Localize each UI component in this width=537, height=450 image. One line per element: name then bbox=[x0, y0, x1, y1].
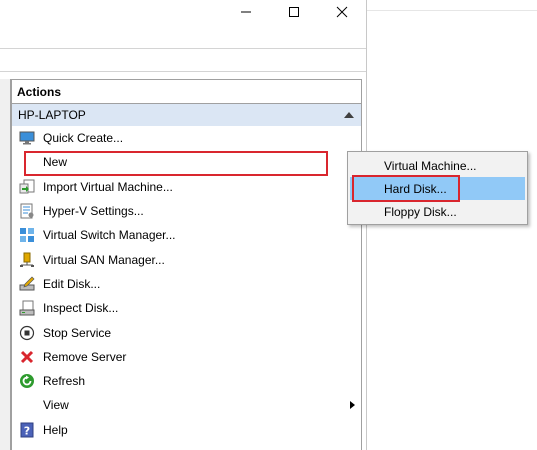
action-edit-disk[interactable]: Edit Disk... bbox=[12, 272, 361, 296]
refresh-icon bbox=[18, 372, 36, 390]
remove-icon bbox=[18, 348, 36, 366]
action-label: Import Virtual Machine... bbox=[43, 179, 173, 194]
submenu-item-label: Floppy Disk... bbox=[384, 204, 457, 219]
monitor-icon bbox=[18, 129, 36, 147]
import-icon bbox=[18, 178, 36, 196]
action-quick-create[interactable]: Quick Create... bbox=[12, 126, 361, 150]
submenu-item-virtual-machine[interactable]: Virtual Machine... bbox=[350, 154, 525, 177]
close-icon bbox=[336, 6, 348, 18]
stop-icon bbox=[18, 324, 36, 342]
minimize-button[interactable] bbox=[222, 0, 270, 24]
inspect-disk-icon bbox=[18, 299, 36, 317]
edit-disk-icon bbox=[18, 275, 36, 293]
close-button[interactable] bbox=[318, 0, 366, 24]
maximize-icon bbox=[289, 7, 299, 17]
actions-pane: Actions HP-LAPTOP Quick Create... New Im… bbox=[11, 79, 362, 450]
group-header-hp-laptop[interactable]: HP-LAPTOP bbox=[12, 104, 361, 126]
san-icon bbox=[18, 251, 36, 269]
action-remove-server[interactable]: Remove Server bbox=[12, 345, 361, 369]
submenu-item-floppy-disk[interactable]: Floppy Disk... bbox=[350, 200, 525, 223]
submenu-arrow-icon bbox=[350, 401, 355, 410]
action-label: Virtual Switch Manager... bbox=[43, 228, 176, 243]
action-label: New bbox=[43, 155, 68, 170]
network-switch-icon bbox=[18, 226, 36, 244]
action-label: Stop Service bbox=[43, 325, 112, 340]
action-inspect-disk[interactable]: Inspect Disk... bbox=[12, 296, 361, 320]
action-label: View bbox=[43, 398, 69, 413]
action-label: Hyper-V Settings... bbox=[43, 204, 144, 219]
action-label: Edit Disk... bbox=[43, 276, 101, 291]
window-border bbox=[366, 0, 367, 450]
action-label: Help bbox=[43, 422, 68, 437]
action-virtual-san-manager[interactable]: Virtual SAN Manager... bbox=[12, 247, 361, 271]
action-hyperv-settings[interactable]: Hyper-V Settings... bbox=[12, 199, 361, 223]
action-label: Refresh bbox=[43, 374, 86, 389]
settings-doc-icon bbox=[18, 202, 36, 220]
blank-icon bbox=[18, 153, 36, 171]
collapse-arrow-icon[interactable] bbox=[344, 112, 354, 118]
action-view[interactable]: View bbox=[12, 393, 361, 417]
action-import-vm[interactable]: Import Virtual Machine... bbox=[12, 175, 361, 199]
action-stop-service[interactable]: Stop Service bbox=[12, 320, 361, 344]
actions-header: Actions bbox=[12, 80, 361, 104]
svg-text:?: ? bbox=[24, 424, 30, 437]
maximize-button[interactable] bbox=[270, 0, 318, 24]
new-submenu: Virtual Machine... Hard Disk... Floppy D… bbox=[347, 151, 528, 225]
submenu-item-label: Hard Disk... bbox=[384, 181, 447, 196]
group-header-label: HP-LAPTOP bbox=[18, 108, 86, 122]
action-label: Quick Create... bbox=[43, 131, 124, 146]
action-new[interactable]: New bbox=[12, 150, 361, 174]
action-label: Virtual SAN Manager... bbox=[43, 252, 165, 267]
toolbar-divider bbox=[0, 71, 366, 72]
help-icon: ? bbox=[18, 421, 36, 439]
action-virtual-switch-manager[interactable]: Virtual Switch Manager... bbox=[12, 223, 361, 247]
submenu-item-label: Virtual Machine... bbox=[384, 158, 477, 173]
window-controls bbox=[222, 0, 366, 24]
menu-divider bbox=[0, 48, 366, 49]
action-label: Remove Server bbox=[43, 349, 127, 364]
action-refresh[interactable]: Refresh bbox=[12, 369, 361, 393]
minimize-icon bbox=[241, 11, 251, 13]
submenu-item-hard-disk[interactable]: Hard Disk... bbox=[350, 177, 525, 200]
action-list: Quick Create... New Import Virtual Machi… bbox=[12, 126, 361, 442]
background-window-edge bbox=[367, 10, 537, 11]
center-pane-edge bbox=[0, 79, 11, 450]
blank-icon bbox=[18, 396, 36, 414]
action-label: Inspect Disk... bbox=[43, 301, 119, 316]
action-help[interactable]: ? Help bbox=[12, 418, 361, 442]
